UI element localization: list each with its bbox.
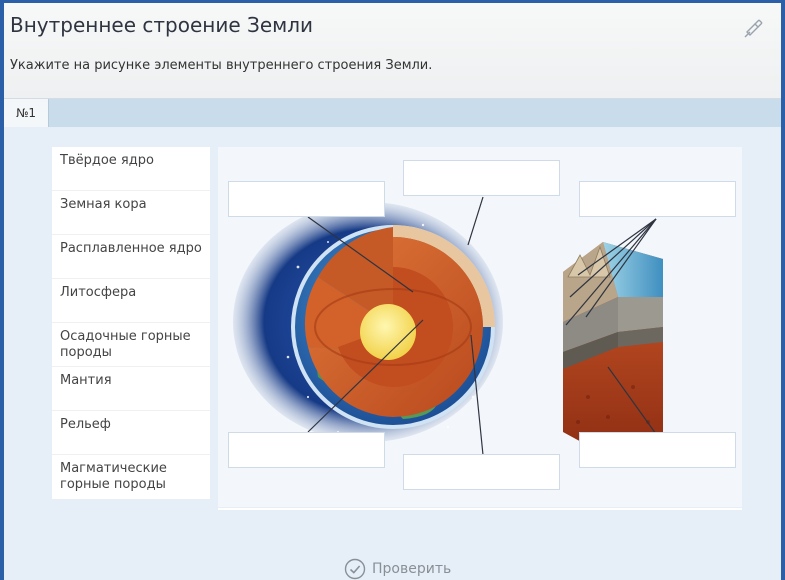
drop-zone-bottom-right[interactable]	[579, 432, 736, 468]
word-bank: Твёрдое ядро Земная кора Расплавленное я…	[52, 147, 210, 499]
word-card-relief[interactable]: Рельеф	[52, 411, 210, 455]
drop-zone-top-left[interactable]	[228, 181, 385, 217]
word-card-crust[interactable]: Земная кора	[52, 191, 210, 235]
word-card-lithosphere[interactable]: Литосфера	[52, 279, 210, 323]
task-tabs: №1	[4, 99, 781, 127]
word-card-molten-core[interactable]: Расплавленное ядро	[52, 235, 210, 279]
diagram-area	[218, 147, 742, 507]
exercise-window: Внутреннее строение Земли Укажите на рис…	[4, 3, 781, 580]
drop-zone-bottom-left[interactable]	[228, 432, 385, 468]
word-card-sedimentary-rocks[interactable]: Осадочные горные породы	[52, 323, 210, 367]
check-button-label: Проверить	[372, 561, 452, 577]
check-circle-icon	[344, 558, 366, 580]
tab-task-1[interactable]: №1	[4, 99, 49, 127]
word-card-mantle[interactable]: Мантия	[52, 367, 210, 411]
word-card-solid-core[interactable]: Твёрдое ядро	[52, 147, 210, 191]
check-button[interactable]: Проверить	[344, 557, 451, 580]
diagram-divider	[218, 508, 742, 510]
instruction-text: Укажите на рисунке элементы внутреннего …	[10, 58, 433, 73]
drop-zone-bottom-center[interactable]	[403, 454, 560, 490]
task-area: Твёрдое ядро Земная кора Расплавленное я…	[4, 127, 781, 580]
drop-zone-top-center[interactable]	[403, 160, 560, 196]
page-title: Внутреннее строение Земли	[10, 13, 314, 37]
header: Внутреннее строение Земли Укажите на рис…	[4, 3, 781, 99]
word-card-igneous-rocks[interactable]: Магматические горные породы	[52, 455, 210, 499]
drop-zone-top-right[interactable]	[579, 181, 736, 217]
pin-icon[interactable]	[743, 17, 765, 39]
